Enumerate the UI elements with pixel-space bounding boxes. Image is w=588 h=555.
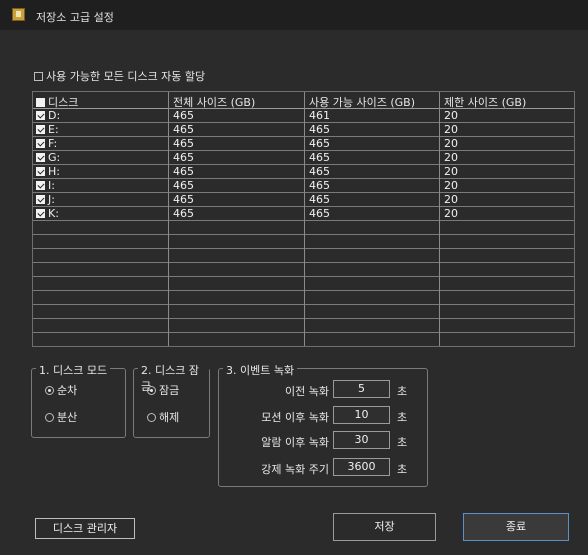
available-size-cell: 465 — [309, 193, 330, 206]
limit-size-cell: 20 — [444, 207, 458, 220]
auto-allocate-checkbox-box[interactable] — [34, 72, 43, 81]
disk-cell: F: — [36, 137, 57, 150]
window-title: 저장소 고급 설정 — [36, 11, 114, 24]
disk-checkbox[interactable] — [36, 195, 45, 204]
forced-record-input[interactable]: 3600 — [333, 458, 390, 476]
auto-allocate-checkbox[interactable]: 사용 가능한 모든 디스크 자동 할당 — [34, 68, 205, 84]
disk-cell: J: — [36, 193, 55, 206]
event-recording-group: 3. 이벤트 녹화 이전 녹화 5 초 모션 이후 녹화 10 초 알람 이후 … — [218, 362, 428, 487]
total-size-cell: 465 — [173, 179, 194, 192]
column-divider — [439, 92, 440, 346]
radio-dot[interactable] — [147, 386, 156, 395]
disk-cell: H: — [36, 165, 60, 178]
disk-checkbox[interactable] — [36, 181, 45, 190]
disk-checkbox[interactable] — [36, 209, 45, 218]
disk-checkbox[interactable] — [36, 111, 45, 120]
column-divider — [304, 92, 305, 346]
available-size-cell: 465 — [309, 207, 330, 220]
total-size-cell: 465 — [173, 137, 194, 150]
disk-checkbox[interactable] — [36, 125, 45, 134]
pre-record-unit: 초 — [397, 385, 408, 398]
limit-size-cell: 20 — [444, 193, 458, 206]
column-divider — [168, 92, 169, 346]
total-size-cell: 465 — [173, 207, 194, 220]
disk-cell: D: — [36, 109, 60, 122]
motion-record-unit: 초 — [397, 411, 408, 424]
title-bar: 저장소 고급 설정 — [0, 0, 588, 30]
radio-unlock[interactable]: 해제 — [147, 409, 179, 425]
header-disk[interactable]: 디스크 — [36, 94, 78, 110]
radio-lock[interactable]: 잠금 — [147, 382, 179, 398]
total-size-cell: 465 — [173, 123, 194, 136]
limit-size-cell: 20 — [444, 151, 458, 164]
total-size-cell: 465 — [173, 193, 194, 206]
header-available-size: 사용 가능 사이즈 (GB) — [309, 96, 415, 109]
disk-cell: E: — [36, 123, 59, 136]
header-limit-size: 제한 사이즈 (GB) — [444, 96, 527, 109]
disk-mode-group: 1. 디스크 모드 순차 분산 — [31, 362, 126, 438]
limit-size-cell: 20 — [444, 109, 458, 122]
motion-record-label: 모션 이후 녹화 — [261, 411, 329, 424]
auto-allocate-label: 사용 가능한 모든 디스크 자동 할당 — [46, 70, 206, 83]
alarm-record-input[interactable]: 30 — [333, 431, 390, 449]
radio-dot[interactable] — [45, 413, 54, 422]
disk-manager-button[interactable]: 디스크 관리자 — [35, 518, 135, 539]
limit-size-cell: 20 — [444, 179, 458, 192]
available-size-cell: 465 — [309, 165, 330, 178]
disk-cell: I: — [36, 179, 55, 192]
radio-sequential[interactable]: 순차 — [45, 382, 77, 398]
total-size-cell: 465 — [173, 165, 194, 178]
pre-record-label: 이전 녹화 — [285, 385, 329, 398]
disk-checkbox[interactable] — [36, 153, 45, 162]
app-icon — [12, 8, 25, 21]
disk-mode-title: 1. 디스크 모드 — [36, 362, 111, 378]
forced-record-unit: 초 — [397, 463, 408, 476]
available-size-cell: 465 — [309, 123, 330, 136]
motion-record-input[interactable]: 10 — [333, 406, 390, 424]
select-all-checkbox[interactable] — [36, 98, 45, 107]
event-recording-title: 3. 이벤트 녹화 — [223, 362, 298, 378]
radio-dot[interactable] — [147, 413, 156, 422]
disk-cell: K: — [36, 207, 59, 220]
available-size-cell: 465 — [309, 137, 330, 150]
disk-lock-group: 2. 디스크 잠금 잠금 해제 — [133, 362, 210, 438]
total-size-cell: 465 — [173, 151, 194, 164]
save-button[interactable]: 저장 — [333, 513, 436, 541]
disk-cell: G: — [36, 151, 60, 164]
header-total-size: 전체 사이즈 (GB) — [173, 96, 256, 109]
disk-table: 디스크 전체 사이즈 (GB) 사용 가능 사이즈 (GB) 제한 사이즈 (G… — [32, 91, 575, 347]
alarm-record-unit: 초 — [397, 436, 408, 449]
total-size-cell: 465 — [173, 109, 194, 122]
close-button[interactable]: 종료 — [463, 513, 569, 541]
limit-size-cell: 20 — [444, 137, 458, 150]
pre-record-input[interactable]: 5 — [333, 380, 390, 398]
radio-distributed[interactable]: 분산 — [45, 409, 77, 425]
alarm-record-label: 알람 이후 녹화 — [261, 436, 329, 449]
disk-checkbox[interactable] — [36, 139, 45, 148]
available-size-cell: 461 — [309, 109, 330, 122]
disk-checkbox[interactable] — [36, 167, 45, 176]
available-size-cell: 465 — [309, 179, 330, 192]
limit-size-cell: 20 — [444, 165, 458, 178]
available-size-cell: 465 — [309, 151, 330, 164]
forced-record-label: 강제 녹화 주기 — [261, 463, 329, 476]
radio-dot[interactable] — [45, 386, 54, 395]
limit-size-cell: 20 — [444, 123, 458, 136]
